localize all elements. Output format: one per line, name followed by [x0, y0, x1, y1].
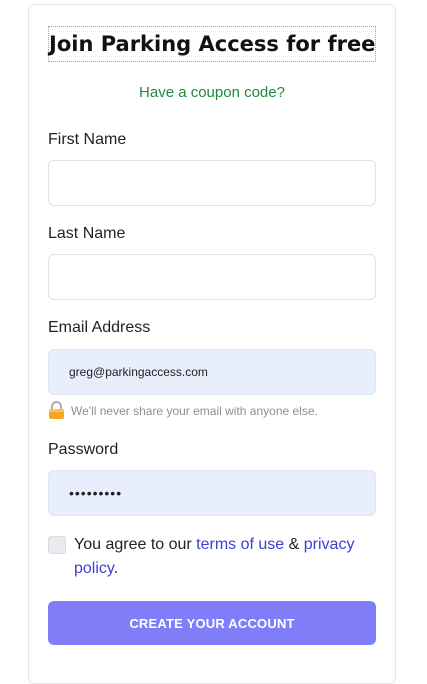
- agree-checkbox[interactable]: [48, 536, 66, 554]
- terms-agreement: You agree to our terms of use & privacy …: [48, 533, 376, 581]
- password-field[interactable]: •••••••••: [48, 470, 376, 516]
- agree-prefix: You agree to our: [74, 536, 197, 553]
- coupon-code-link[interactable]: Have a coupon code?: [48, 84, 376, 101]
- first-name-label: First Name: [48, 131, 127, 148]
- password-label: Password: [48, 441, 119, 458]
- agree-and: &: [284, 536, 304, 553]
- create-account-button[interactable]: CREATE YOUR ACCOUNT: [48, 601, 376, 645]
- lock-icon: [49, 401, 64, 419]
- signup-card: [28, 4, 396, 684]
- email-label: Email Address: [48, 319, 151, 336]
- agree-suffix: .: [113, 560, 119, 577]
- terms-of-use-link[interactable]: terms of use: [196, 536, 284, 553]
- email-field[interactable]: greg@parkingaccess.com: [48, 349, 376, 395]
- last-name-field[interactable]: [48, 254, 376, 300]
- agree-text: You agree to our terms of use & privacy …: [74, 533, 376, 581]
- first-name-field[interactable]: [48, 160, 376, 206]
- email-hint-text: We'll never share your email with anyone…: [71, 403, 318, 418]
- page-title: Join Parking Access for free: [48, 26, 376, 62]
- last-name-label: Last Name: [48, 225, 126, 242]
- email-privacy-hint: We'll never share your email with anyone…: [48, 401, 318, 420]
